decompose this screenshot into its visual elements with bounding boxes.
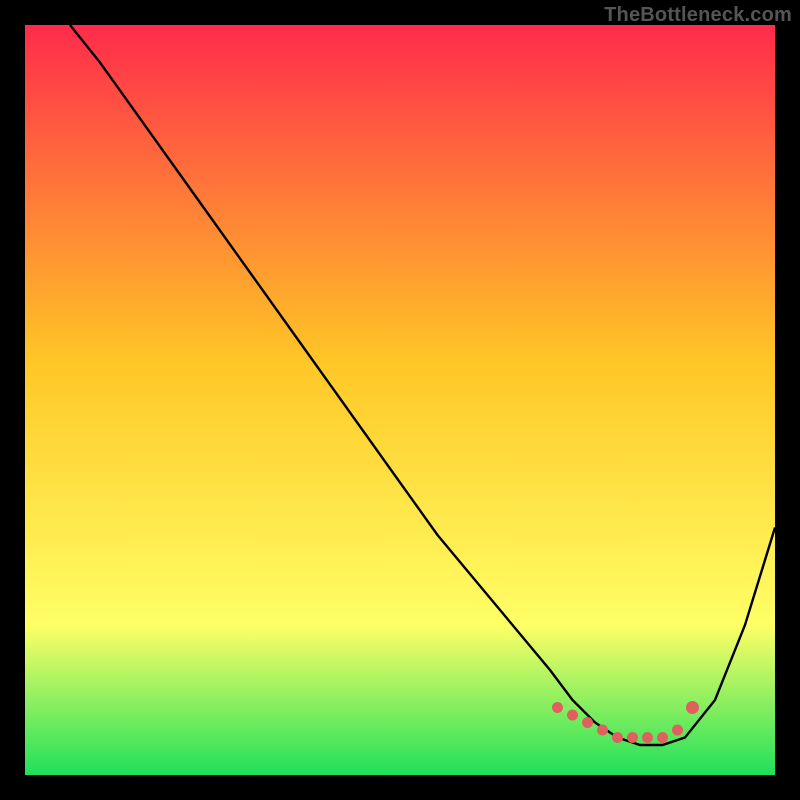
marker-point — [583, 718, 593, 728]
chart-svg — [25, 25, 775, 775]
watermark-text: TheBottleneck.com — [604, 4, 792, 27]
marker-point — [687, 702, 699, 714]
plot-area — [25, 25, 775, 775]
marker-point — [628, 733, 638, 743]
marker-point — [673, 725, 683, 735]
marker-point — [658, 733, 668, 743]
marker-point — [568, 710, 578, 720]
marker-point — [613, 733, 623, 743]
marker-point — [643, 733, 653, 743]
marker-point — [598, 725, 608, 735]
chart-container: TheBottleneck.com — [0, 0, 800, 800]
gradient-background — [25, 25, 775, 775]
marker-point — [553, 703, 563, 713]
